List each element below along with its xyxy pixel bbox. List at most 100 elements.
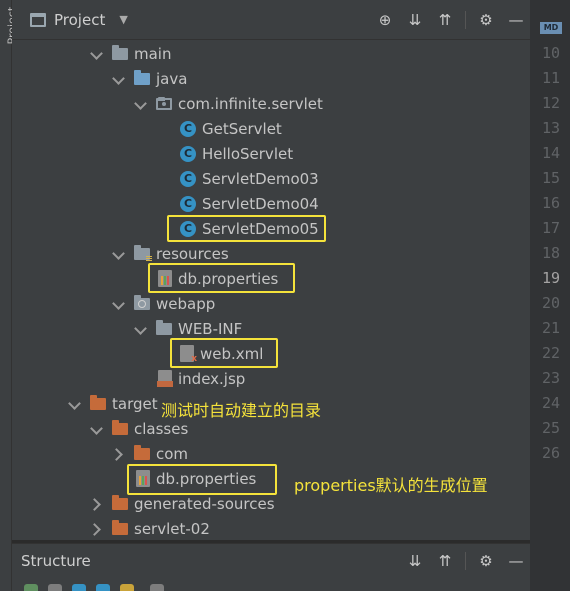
highlight-box bbox=[167, 215, 326, 242]
line-number: 22 bbox=[541, 344, 560, 362]
minimize-icon[interactable]: — bbox=[506, 10, 526, 30]
tree-item-label: HelloServlet bbox=[202, 144, 294, 163]
chevron-down-icon[interactable] bbox=[112, 73, 124, 85]
gear-icon[interactable]: ⚙ bbox=[476, 10, 496, 30]
show-lambdas-icon[interactable] bbox=[120, 584, 134, 591]
chevron-down-icon[interactable] bbox=[134, 323, 146, 335]
chevron-down-icon[interactable] bbox=[90, 48, 102, 60]
sort-alpha-icon[interactable] bbox=[48, 584, 62, 591]
excluded-folder-icon bbox=[112, 494, 128, 510]
minimize-icon[interactable]: — bbox=[506, 551, 526, 571]
gear-icon[interactable]: ⚙ bbox=[476, 551, 496, 571]
expand-all-icon[interactable]: ⇈ bbox=[435, 10, 455, 30]
show-inherited-icon[interactable] bbox=[96, 584, 110, 591]
resources-folder-icon bbox=[134, 244, 152, 262]
collapse-all-icon[interactable]: ⇊ bbox=[405, 10, 425, 30]
tree-item-target[interactable]: target bbox=[68, 391, 158, 416]
chevron-right-icon[interactable] bbox=[112, 448, 124, 460]
tree-item-target-classes[interactable]: classes bbox=[90, 416, 188, 441]
show-nonpublic-icon[interactable] bbox=[150, 584, 164, 591]
highlight-box bbox=[170, 338, 278, 368]
chevron-down-icon[interactable] bbox=[90, 423, 102, 435]
editor-gutter: MD 10 11 12 13 14 15 16 17 18 19 20 21 2… bbox=[530, 0, 570, 591]
highlight-box bbox=[148, 263, 295, 293]
tree-item-generated-sources[interactable]: generated-sources bbox=[90, 491, 275, 516]
tree-item-class[interactable]: C HelloServlet bbox=[180, 141, 293, 166]
structure-title[interactable]: Structure bbox=[21, 552, 91, 570]
tree-item-label: webapp bbox=[156, 294, 216, 313]
expand-all-icon[interactable]: ⇈ bbox=[435, 551, 455, 571]
collapse-all-icon[interactable]: ⇊ bbox=[405, 551, 425, 571]
tree-item-label: target bbox=[112, 394, 158, 413]
structure-toolbar: ⇊ ⇈ ⚙ — bbox=[405, 544, 526, 578]
excluded-folder-icon bbox=[90, 394, 106, 410]
project-tree: main java com.infinite.servlet C GetServ… bbox=[12, 40, 530, 540]
jsp-file-icon bbox=[157, 370, 173, 387]
crosshair-icon[interactable]: ⊕ bbox=[375, 10, 395, 30]
tree-item-label: classes bbox=[134, 419, 189, 438]
project-view-title[interactable]: Project bbox=[54, 11, 105, 29]
chevron-down-icon[interactable] bbox=[68, 398, 80, 410]
source-folder-icon bbox=[134, 69, 150, 85]
chevron-down-icon[interactable] bbox=[112, 248, 124, 260]
chevron-right-icon[interactable] bbox=[90, 498, 102, 510]
class-icon: C bbox=[180, 195, 196, 212]
tree-item-label: java bbox=[156, 69, 188, 88]
folder-icon bbox=[156, 319, 172, 335]
line-number: 21 bbox=[541, 319, 560, 337]
line-number: 17 bbox=[541, 219, 560, 237]
tree-item-main[interactable]: main bbox=[90, 41, 171, 66]
line-number: 11 bbox=[541, 69, 560, 87]
chevron-down-icon[interactable] bbox=[112, 298, 124, 310]
tree-item-label: WEB-INF bbox=[178, 319, 243, 338]
tree-item-label: servlet-02 bbox=[134, 519, 210, 538]
toolbar-divider bbox=[465, 552, 466, 570]
tree-item-label: com bbox=[156, 444, 189, 463]
line-number: 23 bbox=[541, 369, 560, 387]
class-icon: C bbox=[180, 120, 196, 137]
chevron-down-icon[interactable] bbox=[134, 98, 146, 110]
tree-item-servlet-02[interactable]: servlet-02 bbox=[90, 516, 210, 540]
line-number: 25 bbox=[541, 419, 560, 437]
line-number: 16 bbox=[541, 194, 560, 212]
line-number: 14 bbox=[541, 144, 560, 162]
line-number: 18 bbox=[541, 244, 560, 262]
show-fields-icon[interactable] bbox=[72, 584, 86, 591]
markdown-tab-icon[interactable]: MD bbox=[540, 22, 562, 34]
ide-window: Project Project ▼ ⊕ ⇊ ⇈ ⚙ — main java bbox=[0, 0, 570, 591]
tree-item-java[interactable]: java bbox=[112, 66, 187, 91]
tree-item-label: resources bbox=[156, 244, 229, 263]
tree-item-indexjsp[interactable]: index.jsp bbox=[157, 366, 246, 391]
tree-item-package[interactable]: com.infinite.servlet bbox=[134, 91, 323, 116]
tree-item-class[interactable]: C ServletDemo04 bbox=[180, 191, 319, 216]
project-panel-header: Project ▼ ⊕ ⇊ ⇈ ⚙ — bbox=[12, 0, 530, 40]
line-number: 24 bbox=[541, 394, 560, 412]
annotation-default-location: properties默认的生成位置 bbox=[294, 476, 488, 495]
tree-item-com[interactable]: com bbox=[112, 441, 188, 466]
tree-item-class[interactable]: C GetServlet bbox=[180, 116, 282, 141]
line-number: 12 bbox=[541, 94, 560, 112]
tree-item-label: ServletDemo03 bbox=[202, 169, 319, 188]
folder-icon bbox=[112, 44, 128, 60]
project-window-icon bbox=[30, 12, 46, 27]
line-number: 13 bbox=[541, 119, 560, 137]
class-icon: C bbox=[180, 170, 196, 187]
tree-item-label: com.infinite.servlet bbox=[178, 94, 323, 113]
structure-panel-header: Structure ⇊ ⇈ ⚙ — bbox=[12, 543, 530, 577]
line-number: 10 bbox=[541, 44, 560, 62]
tree-item-label: index.jsp bbox=[178, 369, 246, 388]
excluded-folder-icon bbox=[112, 519, 128, 535]
sort-icon[interactable] bbox=[24, 584, 38, 591]
tree-item-label: main bbox=[134, 44, 172, 63]
tree-item-webapp[interactable]: webapp bbox=[112, 291, 215, 316]
line-number: 15 bbox=[541, 169, 560, 187]
tree-item-label: ServletDemo04 bbox=[202, 194, 319, 213]
chevron-down-icon[interactable]: ▼ bbox=[119, 13, 127, 26]
header-toolbar: ⊕ ⇊ ⇈ ⚙ — bbox=[375, 0, 526, 40]
chevron-right-icon[interactable] bbox=[90, 523, 102, 535]
side-tool-strip: Project bbox=[0, 0, 19, 591]
tree-item-label: generated-sources bbox=[134, 494, 275, 513]
structure-filter-toolbar bbox=[12, 577, 530, 591]
class-icon: C bbox=[180, 145, 196, 162]
tree-item-class[interactable]: C ServletDemo03 bbox=[180, 166, 319, 191]
